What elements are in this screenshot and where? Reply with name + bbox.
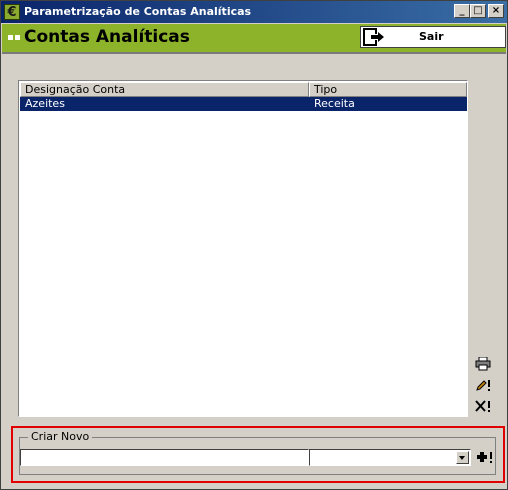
add-plus-icon[interactable] (476, 450, 494, 464)
page-header: Contas Analíticas Sair (2, 24, 506, 54)
criar-novo-highlight: Criar Novo (11, 426, 505, 483)
new-account-name-input[interactable] (20, 449, 309, 466)
window-title: Parametrização de Contas Analíticas (24, 5, 252, 18)
minimize-button[interactable]: _ (454, 4, 470, 18)
maximize-button[interactable]: □ (470, 4, 486, 18)
delete-x-icon[interactable] (475, 399, 491, 413)
exit-label: Sair (419, 30, 444, 43)
criar-novo-label: Criar Novo (28, 430, 93, 443)
list-header: Designação Conta Tipo (20, 82, 467, 97)
title-bar[interactable]: € Parametrização de Contas Analíticas _ … (1, 1, 507, 23)
printer-icon[interactable] (475, 357, 491, 371)
table-row[interactable]: Azeites Receita (20, 97, 467, 111)
close-button[interactable]: × (488, 4, 504, 18)
edit-pencil-icon[interactable] (475, 378, 491, 392)
column-header-tipo[interactable]: Tipo (309, 82, 467, 97)
app-window: € Parametrização de Contas Analíticas _ … (0, 0, 508, 490)
chevron-down-icon[interactable] (456, 451, 469, 464)
accounts-list[interactable]: Designação Conta Tipo Azeites Receita (18, 80, 468, 417)
page-title: Contas Analíticas (24, 27, 190, 47)
euro-app-icon: € (4, 4, 20, 20)
bullet-icon (8, 35, 22, 41)
account-type-select[interactable] (309, 449, 471, 466)
exit-button[interactable]: Sair (360, 26, 506, 48)
exit-door-icon (363, 28, 384, 46)
cell-tipo: Receita (314, 97, 355, 110)
column-header-designacao[interactable]: Designação Conta (20, 82, 309, 97)
cell-designacao: Azeites (25, 97, 65, 110)
